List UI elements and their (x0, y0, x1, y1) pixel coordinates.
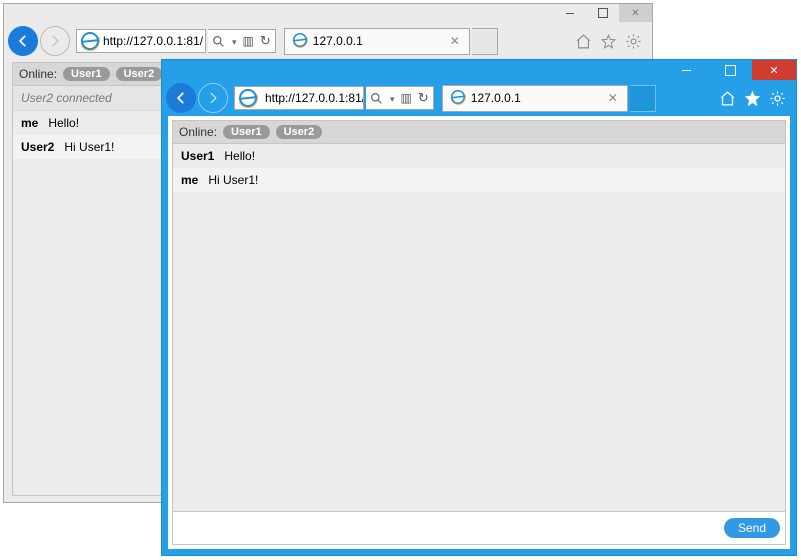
page-content: Online: User1 User2 User1 Hello! me Hi U… (168, 116, 790, 549)
arrow-right-icon (48, 34, 62, 48)
url-input[interactable] (261, 87, 363, 109)
message-text: Hello! (224, 149, 255, 163)
tab-close-icon[interactable]: ✕ (447, 34, 463, 48)
chat-message-row: User1 Hello! (173, 144, 785, 168)
settings-gear-icon[interactable] (625, 33, 642, 50)
arrow-left-icon (16, 34, 30, 48)
nav-bar: ▥ ↻ ✕ (4, 24, 652, 58)
favorites-icon[interactable] (600, 33, 617, 50)
nav-bar: ▥ ↻ ✕ (162, 80, 796, 116)
address-bar[interactable] (234, 86, 364, 110)
maximize-button[interactable] (586, 4, 619, 22)
window-controls (664, 60, 796, 80)
nav-back-button[interactable] (166, 83, 196, 113)
message-text: Hello! (48, 116, 79, 130)
compat-view-icon[interactable]: ▥ (401, 91, 412, 105)
ie-logo-icon (77, 32, 103, 50)
close-button[interactable] (619, 4, 652, 22)
close-button[interactable] (752, 60, 796, 80)
browser-tools (719, 90, 792, 107)
arrow-right-icon (206, 91, 220, 105)
online-label: Online: (179, 125, 217, 139)
nav-forward-button[interactable] (40, 26, 70, 56)
tab-title (471, 91, 601, 105)
online-user-pill[interactable]: User2 (276, 125, 323, 139)
address-bar[interactable] (76, 29, 206, 53)
minimize-button[interactable] (553, 4, 586, 22)
refresh-icon[interactable]: ↻ (418, 90, 429, 106)
tab-title (313, 34, 443, 48)
online-label: Online: (19, 67, 57, 81)
search-icon[interactable] (212, 35, 225, 48)
search-dropdown-icon[interactable] (231, 34, 237, 48)
chat-input[interactable] (178, 517, 716, 539)
tab-close-icon[interactable]: ✕ (605, 91, 621, 105)
chat-message-row: me Hi User1! (173, 168, 785, 192)
input-bar: Send (173, 511, 785, 544)
nav-back-button[interactable] (8, 26, 38, 56)
message-sender: User2 (21, 140, 54, 154)
online-user-pill[interactable]: User1 (63, 67, 110, 81)
address-tools: ▥ ↻ (366, 86, 434, 110)
ie-logo-icon (235, 89, 261, 107)
message-sender: me (181, 173, 198, 187)
message-sender: User1 (181, 149, 214, 163)
search-icon[interactable] (370, 92, 383, 105)
browser-tab[interactable]: ✕ (442, 85, 628, 112)
new-tab-button[interactable] (630, 85, 656, 112)
browser-tab[interactable]: ✕ (284, 28, 470, 55)
chat-app: Online: User1 User2 User1 Hello! me Hi U… (172, 120, 786, 545)
browser-tools (575, 33, 648, 50)
home-icon[interactable] (719, 90, 736, 107)
online-user-pill[interactable]: User2 (116, 67, 163, 81)
favorites-icon[interactable] (744, 90, 761, 107)
message-text: Hi User1! (208, 173, 258, 187)
settings-gear-icon[interactable] (769, 90, 786, 107)
address-tools: ▥ ↻ (208, 29, 276, 53)
titlebar (4, 4, 652, 24)
message-text: Hi User1! (64, 140, 114, 154)
ie-logo-icon (291, 31, 309, 52)
minimize-button[interactable] (664, 60, 708, 80)
titlebar (162, 60, 796, 80)
chat-body: Online: User1 User2 User1 Hello! me Hi U… (173, 121, 785, 511)
arrow-left-icon (174, 91, 188, 105)
compat-view-icon[interactable]: ▥ (243, 34, 254, 48)
search-dropdown-icon[interactable] (389, 91, 395, 105)
maximize-button[interactable] (708, 60, 752, 80)
home-icon[interactable] (575, 33, 592, 50)
new-tab-button[interactable] (472, 28, 498, 55)
send-button[interactable]: Send (724, 518, 780, 538)
message-sender: me (21, 116, 38, 130)
online-user-pill[interactable]: User1 (223, 125, 270, 139)
window-controls (553, 4, 652, 22)
ie-logo-icon (449, 88, 467, 109)
browser-window-front: ▥ ↻ ✕ Online: User1 User2 User1 (161, 59, 797, 556)
online-bar: Online: User1 User2 (173, 121, 785, 144)
nav-forward-button[interactable] (198, 83, 228, 113)
url-input[interactable] (103, 30, 205, 52)
refresh-icon[interactable]: ↻ (260, 33, 271, 49)
